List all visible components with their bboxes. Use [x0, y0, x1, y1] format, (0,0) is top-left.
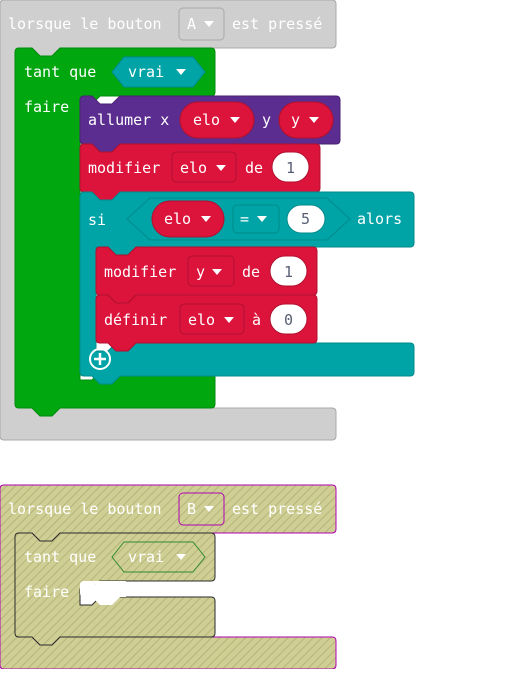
set-elo-block[interactable]: définir elo à 0	[95, 294, 318, 352]
do-label: faire	[24, 583, 69, 601]
change-y-variable-dropdown[interactable]: y	[187, 255, 235, 287]
comparison-left-variable-dropdown[interactable]: elo	[151, 200, 225, 238]
change-by-label: de	[242, 263, 260, 281]
comparison-right-value-input[interactable]: 5	[286, 204, 326, 234]
comparison-block[interactable]: elo = 5	[126, 197, 351, 241]
event-prefix-label: lorsque le bouton	[8, 15, 162, 33]
comparison-operator-dropdown[interactable]: =	[232, 204, 280, 234]
condition-value: vrai	[128, 548, 164, 566]
while-label: tant que	[24, 548, 96, 566]
while-loop-block-b[interactable]: tant que vrai faire	[14, 532, 216, 646]
change-y-variable-value: y	[196, 263, 205, 281]
plot-y-label: y	[262, 111, 271, 129]
set-label: définir	[104, 311, 167, 329]
then-label: alors	[357, 210, 402, 228]
change-elo-variable-dropdown[interactable]: elo	[171, 151, 237, 183]
while-label: tant que	[24, 63, 96, 81]
button-a-dropdown[interactable]: A	[178, 7, 225, 41]
event-suffix-label: est pressé	[232, 500, 322, 518]
comparison-left-variable-value: elo	[164, 210, 191, 228]
change-y-amount-input[interactable]: 1	[269, 255, 308, 287]
event-prefix-label: lorsque le bouton	[8, 500, 162, 518]
set-to-label: à	[252, 311, 261, 329]
condition-true-dropdown[interactable]: vrai	[111, 541, 206, 573]
condition-value: vrai	[128, 63, 164, 81]
change-label: modifier	[88, 159, 160, 177]
button-b-dropdown[interactable]: B	[178, 492, 225, 526]
condition-true-dropdown[interactable]: vrai	[111, 56, 206, 88]
change-by-label: de	[245, 159, 263, 177]
set-elo-variable-value: elo	[188, 311, 215, 329]
comparison-right-value: 5	[301, 210, 310, 228]
button-a-value: A	[187, 15, 196, 33]
change-elo-variable-value: elo	[180, 159, 207, 177]
plot-x-variable-dropdown[interactable]: elo	[179, 101, 255, 139]
plot-y-variable-value: y	[291, 111, 300, 129]
change-y-amount-value: 1	[284, 263, 293, 281]
blocks-workspace: lorsque le bouton A est pressé tant que …	[0, 0, 415, 670]
button-b-value: B	[187, 500, 196, 518]
set-elo-value: 0	[284, 311, 293, 329]
change-elo-amount-value: 1	[286, 159, 295, 177]
plot-label: allumer x	[88, 111, 169, 129]
if-label: si	[88, 211, 106, 229]
change-label: modifier	[104, 263, 176, 281]
set-elo-value-input[interactable]: 0	[269, 303, 308, 335]
plot-y-variable-dropdown[interactable]: y	[278, 101, 334, 139]
change-elo-amount-input[interactable]: 1	[271, 151, 310, 183]
plot-x-variable-value: elo	[193, 111, 220, 129]
comparison-operator-value: =	[240, 210, 249, 228]
set-elo-variable-dropdown[interactable]: elo	[179, 303, 245, 335]
do-label: faire	[24, 98, 69, 116]
event-suffix-label: est pressé	[232, 15, 322, 33]
